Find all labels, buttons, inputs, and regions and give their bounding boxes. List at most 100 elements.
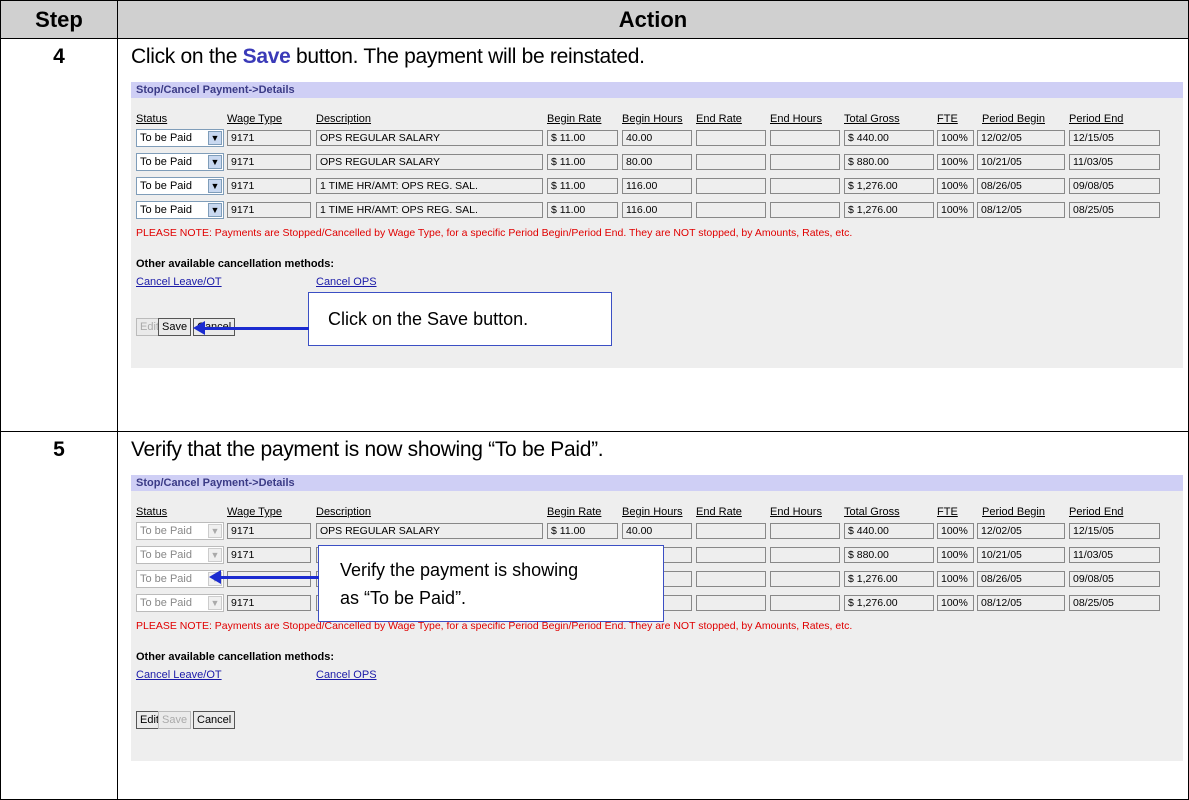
status-select[interactable]: To be Paid ▼ [136,177,224,195]
column-header[interactable]: Period Begin [982,506,1045,518]
callout-line: Verify the payment is showing [340,560,579,580]
total-gross-field: $ 1,276.00 [844,202,934,218]
period-end-field: 08/25/05 [1069,202,1160,218]
callout-arrow [203,327,309,330]
column-header[interactable]: Period End [1069,506,1123,518]
status-value: To be Paid [140,156,192,168]
column-header[interactable]: Status [136,113,167,125]
status-select[interactable]: To be Paid ▼ [136,201,224,219]
panel-title: Stop/Cancel Payment->Details [131,475,1183,491]
save-button[interactable]: Save [158,711,192,729]
column-header[interactable]: Total Gross [844,506,900,518]
chevron-down-icon[interactable]: ▼ [208,203,222,217]
column-header[interactable]: Wage Type [227,506,282,518]
step-action: Verify that the payment is now showing “… [117,431,1189,800]
cancel-leave-link[interactable]: Cancel Leave/OT [136,276,222,288]
period-begin-field: 10/21/05 [977,154,1065,170]
column-header[interactable]: End Rate [696,506,742,518]
chevron-down-icon[interactable]: ▼ [208,524,222,538]
column-header[interactable]: Total Gross [844,113,900,125]
period-end-field: 12/15/05 [1069,130,1160,146]
description-field: 1 TIME HR/AMT: OPS REG. SAL. [316,178,543,194]
status-select[interactable]: To be Paid ▼ [136,129,224,147]
instruction-callout: Verify the payment is showing as “To be P… [318,545,664,622]
step-number: 5 [0,431,118,800]
status-value: To be Paid [140,597,192,609]
wage-type-field: 9171 [227,178,311,194]
period-begin-field: 12/02/05 [977,523,1065,539]
other-methods-label: Other available cancellation methods: [136,651,335,663]
end-hours-field [770,571,840,587]
status-value: To be Paid [140,573,192,585]
fte-field: 100% [937,130,974,146]
step-row-4: 4 Click on the Save button. The payment … [0,38,1189,432]
begin-hours-field: 40.00 [622,523,692,539]
column-header[interactable]: Begin Rate [547,506,601,518]
begin-rate-field: $ 11.00 [547,154,618,170]
period-end-field: 09/08/05 [1069,571,1160,587]
end-hours-field [770,595,840,611]
wage-type-field: 9171 [227,547,311,563]
period-end-field: 11/03/05 [1069,547,1160,563]
column-header[interactable]: End Hours [770,506,822,518]
column-header[interactable]: Period End [1069,113,1123,125]
description-field: OPS REGULAR SALARY [316,523,543,539]
end-hours-field [770,547,840,563]
status-select[interactable]: To be Paid ▼ [136,594,224,612]
period-begin-field: 08/26/05 [977,178,1065,194]
arrow-head-icon [209,570,221,584]
cancel-ops-link[interactable]: Cancel OPS [316,276,377,288]
column-header[interactable]: Begin Hours [622,506,683,518]
cancel-leave-link[interactable]: Cancel Leave/OT [136,669,222,681]
status-select[interactable]: To be Paid ▼ [136,546,224,564]
column-header[interactable]: Begin Rate [547,113,601,125]
wage-type-field: 9171 [227,154,311,170]
fte-field: 100% [937,154,974,170]
column-header[interactable]: FTE [937,506,958,518]
status-value: To be Paid [140,132,192,144]
column-header[interactable]: End Rate [696,113,742,125]
column-header[interactable]: Period Begin [982,113,1045,125]
end-hours-field [770,178,840,194]
header-row: Step Action [0,0,1189,39]
step-row-5: 5 Verify that the payment is now showing… [0,431,1189,800]
wage-type-field: 9171 [227,130,311,146]
step-header: Step [0,0,118,39]
begin-hours-field: 80.00 [622,154,692,170]
chevron-down-icon[interactable]: ▼ [208,548,222,562]
end-rate-field [696,178,766,194]
chevron-down-icon[interactable]: ▼ [208,179,222,193]
wage-type-field [227,571,311,587]
status-select[interactable]: To be Paid ▼ [136,153,224,171]
period-end-field: 12/15/05 [1069,523,1160,539]
end-hours-field [770,202,840,218]
chevron-down-icon[interactable]: ▼ [208,155,222,169]
chevron-down-icon[interactable]: ▼ [208,131,222,145]
end-rate-field [696,130,766,146]
period-end-field: 09/08/05 [1069,178,1160,194]
end-rate-field [696,547,766,563]
column-header[interactable]: Description [316,113,371,125]
cancel-ops-link[interactable]: Cancel OPS [316,669,377,681]
callout-line: as “To be Paid”. [340,588,467,608]
step-instruction: Verify that the payment is now showing “… [131,438,604,461]
status-value: To be Paid [140,549,192,561]
end-rate-field [696,523,766,539]
begin-rate-field: $ 11.00 [547,130,618,146]
status-select[interactable]: To be Paid ▼ [136,522,224,540]
column-header[interactable]: Description [316,506,371,518]
chevron-down-icon[interactable]: ▼ [208,596,222,610]
total-gross-field: $ 1,276.00 [844,571,934,587]
column-header[interactable]: Wage Type [227,113,282,125]
save-button[interactable]: Save [158,318,192,336]
end-hours-field [770,523,840,539]
end-rate-field [696,571,766,587]
fte-field: 100% [937,523,974,539]
cancel-button[interactable]: Cancel [193,711,236,729]
arrow-head-icon [193,321,205,335]
column-header[interactable]: End Hours [770,113,822,125]
column-header[interactable]: FTE [937,113,958,125]
column-header[interactable]: Begin Hours [622,113,683,125]
fte-field: 100% [937,547,974,563]
column-header[interactable]: Status [136,506,167,518]
